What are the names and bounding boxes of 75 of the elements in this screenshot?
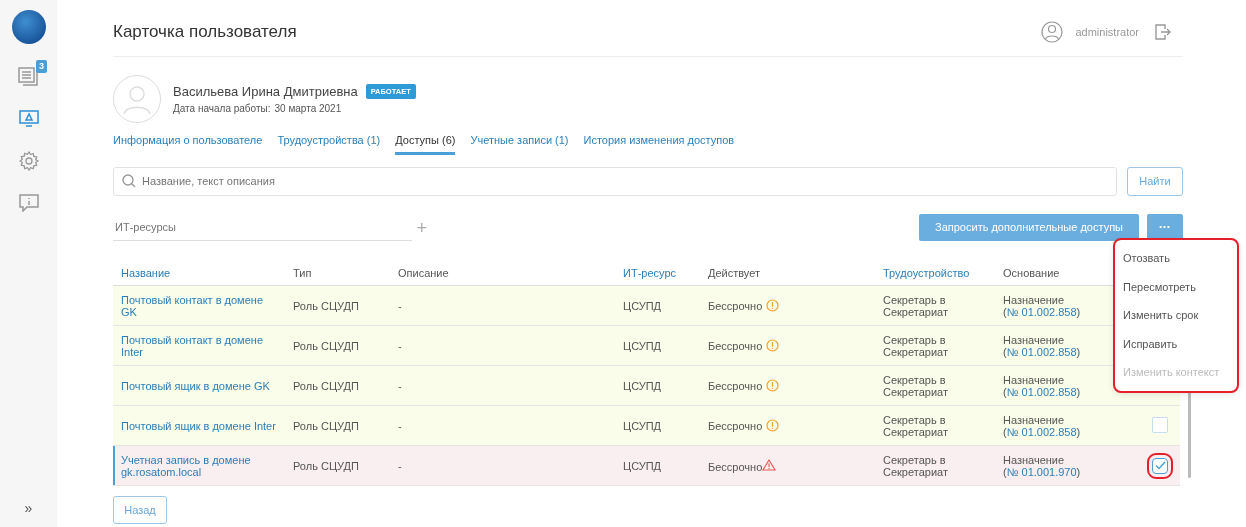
basis-text: Назначение (№ 01.001.970) <box>1003 453 1082 478</box>
access-type: Роль СЦУДП <box>293 419 359 432</box>
logout-icon[interactable] <box>1155 24 1171 40</box>
search-icon <box>122 173 136 188</box>
validity-text: Бессрочно <box>708 379 763 392</box>
access-description: - <box>398 299 402 312</box>
documents-icon[interactable] <box>17 67 40 87</box>
exclamation-circle-icon <box>766 419 780 432</box>
validity-text: Бессрочно <box>708 339 763 352</box>
start-date: 30 марта 2021 <box>274 102 342 117</box>
it-resource: ЦСУПД <box>623 379 662 392</box>
validity-text: Бессрочно <box>708 299 763 312</box>
sort-column-header[interactable]: Название <box>113 260 285 286</box>
user-full-name: Васильева Ирина Дмитриевна <box>173 82 358 101</box>
employment-text: Секретарь в Секретариат <box>883 333 949 358</box>
person-silhouette-icon <box>122 83 152 115</box>
exclamation-circle-icon <box>766 379 780 392</box>
search-field[interactable]: Название, текст описания <box>113 166 1117 196</box>
basis-text: Назначение (№ 01.002.858) <box>1003 413 1082 438</box>
it-resource: ЦСУПД <box>623 419 662 432</box>
tab[interactable]: История изменения доступов <box>583 131 735 155</box>
request-access-button[interactable]: Запросить дополнительные доступы <box>919 213 1139 241</box>
comment-icon[interactable] <box>18 194 39 212</box>
access-description: - <box>398 339 402 352</box>
column-header: Тип <box>285 260 390 286</box>
access-type: Роль СЦУДП <box>293 299 359 312</box>
settings-icon[interactable] <box>18 151 39 171</box>
column-header: Описание <box>390 260 615 286</box>
access-description: - <box>398 459 402 472</box>
count-badge: 3 <box>36 60 47 73</box>
start-date-label: Дата начала работы: <box>173 102 271 117</box>
back-button[interactable]: Назад <box>113 496 167 524</box>
it-resource: ЦСУПД <box>623 459 662 472</box>
access-type: Роль СЦУДП <box>293 459 359 472</box>
exclamation-circle-icon <box>766 299 780 312</box>
tab[interactable]: Информация о пользователе <box>113 131 263 155</box>
it-resource: ЦСУПД <box>623 339 662 352</box>
access-type: Роль СЦУДП <box>293 339 359 352</box>
order-link[interactable]: № 01.002.858 <box>1006 425 1077 438</box>
order-link[interactable]: № 01.002.858 <box>1006 385 1077 398</box>
it-resource: ЦСУПД <box>623 299 662 312</box>
search-button[interactable]: Найти <box>1127 166 1183 196</box>
validity-text: Бессрочно <box>708 419 763 432</box>
menu-item[interactable]: Исправить <box>1115 329 1237 358</box>
basis-text: Назначение (№ 01.002.858) <box>1003 333 1082 358</box>
sort-column-header[interactable]: ИТ-ресурс <box>615 260 700 286</box>
column-header: Действует <box>700 260 875 286</box>
access-description: - <box>398 379 402 392</box>
employment-text: Секретарь в Секретариат <box>883 293 949 318</box>
order-link[interactable]: № 01.002.858 <box>1006 305 1077 318</box>
more-button[interactable]: ••• <box>1147 213 1183 241</box>
basis-text: Назначение (№ 01.002.858) <box>1003 293 1082 318</box>
order-link[interactable]: № 01.002.858 <box>1006 345 1077 358</box>
validity-text: Бессрочно <box>708 460 763 473</box>
tab[interactable]: Учетные записи (1) <box>470 131 569 155</box>
menu-item[interactable]: Изменить срок <box>1115 301 1237 330</box>
employment-text: Секретарь в Секретариат <box>883 413 949 438</box>
logo-icon <box>11 10 46 44</box>
monitor-icon[interactable] <box>18 110 39 128</box>
tab[interactable]: Доступы (6) <box>395 131 456 155</box>
expand-button[interactable]: » <box>24 498 33 519</box>
basis-text: Назначение (№ 01.002.858) <box>1003 373 1082 398</box>
page-title: Карточка пользователя <box>113 21 297 44</box>
warning-triangle-icon <box>762 458 777 471</box>
employment-text: Секретарь в Секретариат <box>883 373 949 398</box>
access-type: Роль СЦУДП <box>293 379 359 392</box>
user-icon <box>1041 21 1064 43</box>
tab[interactable]: Трудоустройства (1) <box>277 131 381 155</box>
employment-text: Секретарь в Секретариат <box>883 453 949 478</box>
add-button[interactable]: + <box>416 218 427 237</box>
exclamation-circle-icon <box>766 339 780 352</box>
access-description: - <box>398 419 402 432</box>
sort-column-header[interactable]: Трудоустройство <box>875 260 995 286</box>
order-link[interactable]: № 01.001.970 <box>1006 465 1077 478</box>
user-name: administrator <box>1075 24 1139 40</box>
